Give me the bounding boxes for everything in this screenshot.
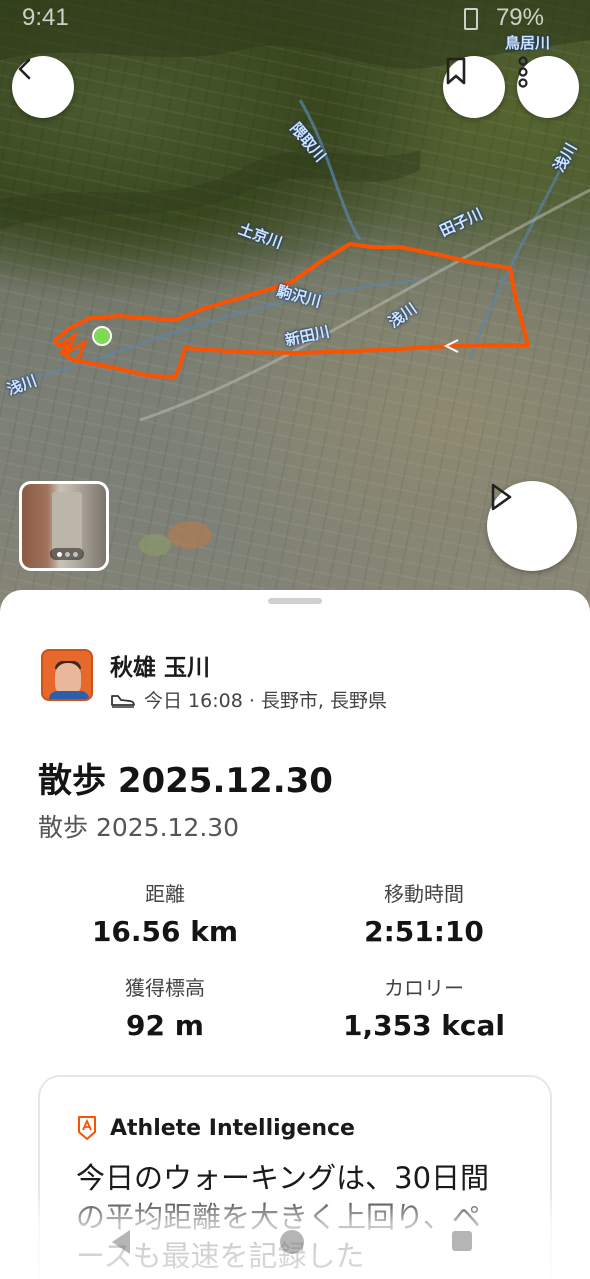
activity-meta: 今日 16:08 · 長野市, 長野県: [110, 686, 387, 713]
back-arrow-icon: [18, 58, 31, 80]
athlete-intelligence-icon: [78, 1116, 96, 1140]
play-flyover-button[interactable]: [487, 481, 577, 571]
bookmark-icon: [446, 57, 466, 85]
ai-card-header: Athlete Intelligence: [76, 1115, 355, 1141]
stat-calories: カロリー 1,353 kcal: [304, 972, 544, 1042]
status-battery: 79%: [495, 4, 544, 31]
play-icon: [491, 483, 512, 511]
route-map[interactable]: 鳥居川 浅川 田子川 隈取川 土京川 駒沢川 浅川 新田川 浅川 9:41 79…: [0, 0, 590, 620]
walking-shoe-icon: [111, 694, 135, 708]
stat-distance: 距離 16.56 km: [45, 878, 285, 948]
avatar[interactable]: [41, 649, 93, 701]
athlete-name[interactable]: 秋雄 玉川: [110, 648, 210, 682]
stat-label: カロリー: [384, 976, 464, 1000]
bookmark-button[interactable]: [443, 56, 505, 118]
stat-moving-time: 移動時間 2:51:10: [304, 878, 544, 948]
system-nav-bar: [0, 1224, 590, 1260]
photo-pager-dots: [50, 548, 84, 560]
stat-value: 92 m: [126, 1009, 204, 1042]
status-bar: 9:41 79%: [0, 0, 590, 36]
activity-meta-text: 今日 16:08 · 長野市, 長野県: [144, 690, 387, 712]
route-line: [53, 242, 530, 379]
stat-label: 獲得標高: [125, 976, 205, 1000]
status-time: 9:41: [22, 4, 69, 31]
nav-back-icon[interactable]: [112, 1230, 130, 1254]
nav-home-icon[interactable]: [280, 1230, 304, 1254]
activity-description: 散歩 2025.12.30: [38, 813, 240, 842]
start-marker: [92, 326, 112, 346]
activity-photo-thumbnail[interactable]: [19, 481, 109, 571]
stat-value: 2:51:10: [364, 915, 484, 948]
stat-value: 16.56 km: [91, 915, 239, 948]
stat-label: 移動時間: [384, 882, 464, 906]
nav-recent-apps-icon[interactable]: [452, 1231, 472, 1251]
activity-title: 散歩 2025.12.30: [38, 761, 333, 801]
stat-value: 1,353 kcal: [342, 1009, 506, 1042]
ai-card-title: Athlete Intelligence: [110, 1115, 355, 1141]
more-options-button[interactable]: [517, 56, 579, 118]
sheet-drag-handle[interactable]: [268, 598, 322, 604]
more-vertical-icon: [518, 56, 528, 88]
stat-elevation-gain: 獲得標高 92 m: [45, 972, 285, 1042]
back-button[interactable]: [12, 56, 74, 118]
battery-icon: [464, 8, 478, 30]
stat-label: 距離: [145, 882, 185, 906]
activity-detail-sheet[interactable]: 秋雄 玉川 今日 16:08 · 長野市, 長野県 散歩 2025.12.30 …: [0, 590, 590, 1279]
